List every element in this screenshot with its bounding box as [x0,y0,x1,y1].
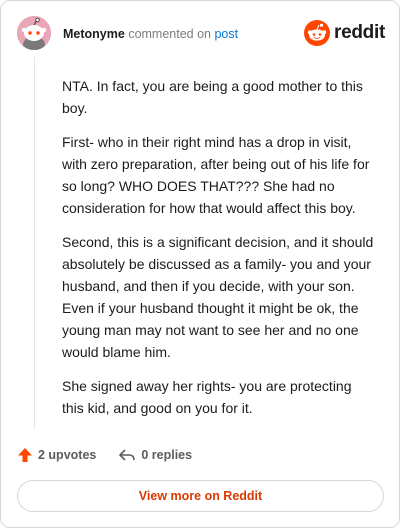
upvote-arrow-icon [18,448,32,462]
upvote-action[interactable]: 2 upvotes [17,447,96,463]
comment-byline: Metonyme commented on post [63,26,238,42]
upvotes-count: 2 upvotes [38,448,97,462]
reddit-wordmark: reddit [334,22,385,43]
replies-count: 0 replies [141,448,193,462]
post-link[interactable]: post [214,27,238,41]
reply-action[interactable]: 0 replies [118,447,192,463]
username[interactable]: Metonyme [63,27,125,41]
comment-header: Metonyme commented on post reddit [17,16,385,50]
commented-on-text: commented on [128,27,211,41]
snoo-avatar-icon [17,16,51,50]
comment-paragraph-1: NTA. In fact, you are being a good mothe… [62,78,363,116]
view-more-button[interactable]: View more on Reddit [17,480,384,512]
comment-paragraph-4: She signed away her rights- you are prot… [62,378,352,416]
comment-actions: 2 upvotes 0 replies [17,445,192,465]
comment-paragraph-2: First- who in their right mind has a dro… [62,134,370,216]
reddit-snoo-icon [304,20,331,46]
avatar[interactable] [17,16,51,50]
comment-card: Metonyme commented on post reddit NTA. I… [0,0,400,528]
reddit-logo[interactable]: reddit [304,20,385,46]
comment-body: NTA. In fact, you are being a good mothe… [62,75,374,431]
reply-arrow-icon [119,449,136,461]
thread-line [34,57,35,429]
comment-paragraph-3: Second, this is a significant decision, … [62,234,374,360]
